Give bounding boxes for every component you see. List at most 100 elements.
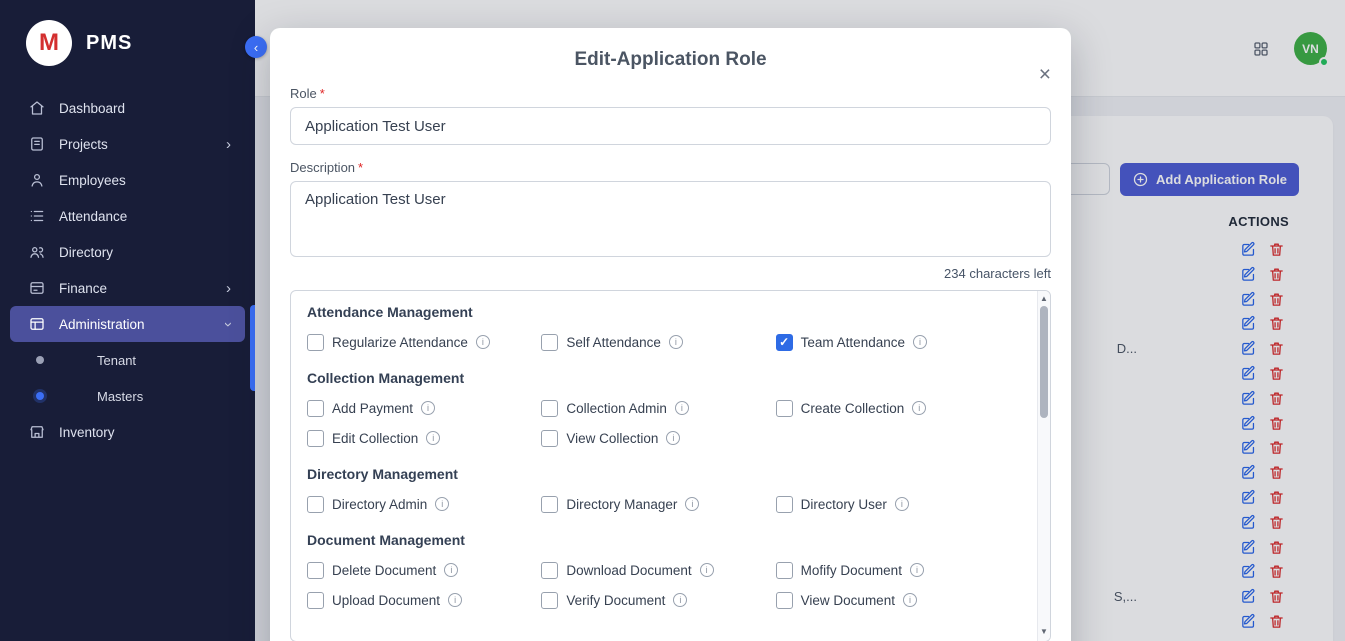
sidebar-item-attendance[interactable]: Attendance	[10, 198, 245, 234]
close-icon[interactable]: ×	[1039, 64, 1051, 85]
required-asterisk: *	[320, 86, 325, 101]
permission-label: View Document	[801, 593, 895, 608]
sidebar-item-label: Masters	[97, 389, 231, 404]
permission-option[interactable]: View Document i	[776, 590, 1010, 610]
sidebar-item-masters[interactable]: Masters	[10, 378, 245, 414]
sidebar-item-directory[interactable]: Directory	[10, 234, 245, 270]
sidebar-item-tenant[interactable]: Tenant	[10, 342, 245, 378]
sidebar-item-dashboard[interactable]: Dashboard	[10, 90, 245, 126]
scroll-down-icon[interactable]: ▼	[1038, 627, 1050, 636]
info-icon: i	[435, 497, 449, 511]
permission-label: Upload Document	[332, 593, 440, 608]
permissions-scrollbar[interactable]: ▲ ▼	[1037, 291, 1050, 641]
role-input[interactable]	[290, 107, 1051, 145]
checkbox-unchecked-icon[interactable]	[307, 334, 324, 351]
checkbox-unchecked-icon[interactable]	[776, 562, 793, 579]
inventory-icon	[28, 423, 46, 441]
info-icon: i	[685, 497, 699, 511]
sidebar-item-finance[interactable]: Finance›	[10, 270, 245, 306]
role-field-label: Role*	[290, 86, 1051, 101]
characters-left-counter: 234 characters left	[290, 266, 1051, 282]
checkbox-unchecked-icon[interactable]	[541, 400, 558, 417]
permission-label: Directory Admin	[332, 497, 427, 512]
scrollbar-thumb[interactable]	[1040, 306, 1048, 418]
permission-label: Verify Document	[566, 593, 665, 608]
permission-label: Delete Document	[332, 563, 436, 578]
sidebar-item-inventory[interactable]: Inventory	[10, 414, 245, 450]
permission-option[interactable]: Download Documenti	[541, 560, 775, 580]
sidebar-item-administration[interactable]: Administration›	[10, 306, 245, 342]
chevron-right-icon: ›	[226, 281, 231, 296]
permission-group: Attendance ManagementRegularize Attendan…	[307, 304, 1010, 352]
permission-option[interactable]: Create Collectioni	[776, 398, 1010, 418]
sidebar-collapse-button[interactable]: ‹	[245, 36, 267, 58]
permission-option[interactable]: Directory Admin i	[307, 494, 541, 514]
sidebar-item-employees[interactable]: Employees	[10, 162, 245, 198]
info-icon: i	[700, 563, 714, 577]
projects-icon	[28, 135, 46, 153]
info-icon: i	[903, 593, 917, 607]
permission-option[interactable]: Delete Documenti	[307, 560, 541, 580]
checkbox-unchecked-icon[interactable]	[541, 562, 558, 579]
permission-option[interactable]: Edit Collectioni	[307, 428, 541, 448]
checkbox-unchecked-icon[interactable]	[307, 562, 324, 579]
permission-option[interactable]: Regularize Attendancei	[307, 332, 541, 352]
sidebar-item-label: Directory	[59, 245, 231, 260]
permission-label: Regularize Attendance	[332, 335, 468, 350]
chevron-down-icon: ›	[221, 322, 236, 327]
checkbox-unchecked-icon[interactable]	[776, 496, 793, 513]
info-icon: i	[675, 401, 689, 415]
permission-option[interactable]: Add Paymenti	[307, 398, 541, 418]
bullet-icon	[36, 392, 44, 400]
permission-label: Collection Admin	[566, 401, 667, 416]
description-textarea[interactable]: Application Test User	[290, 181, 1051, 257]
sidebar-item-label: Employees	[59, 173, 231, 188]
permission-option[interactable]: View Collection i	[541, 428, 775, 448]
directory-icon	[28, 243, 46, 261]
info-icon: i	[910, 563, 924, 577]
checkbox-unchecked-icon[interactable]	[541, 334, 558, 351]
permission-option[interactable]: Directory Manager i	[541, 494, 775, 514]
permission-option[interactable]: Directory User i	[776, 494, 1010, 514]
checkbox-unchecked-icon[interactable]	[541, 496, 558, 513]
permission-option[interactable]: Collection Admin i	[541, 398, 775, 418]
checkbox-unchecked-icon[interactable]	[776, 592, 793, 609]
permission-label: Directory User	[801, 497, 887, 512]
checkbox-unchecked-icon[interactable]	[541, 592, 558, 609]
checkbox-unchecked-icon[interactable]	[307, 430, 324, 447]
permission-group-title: Directory Management	[307, 466, 1010, 484]
permission-option[interactable]: Upload Document i	[307, 590, 541, 610]
permission-label: Directory Manager	[566, 497, 677, 512]
sidebar-item-projects[interactable]: Projects›	[10, 126, 245, 162]
description-field-label: Description*	[290, 160, 1051, 175]
permission-group: Collection ManagementAdd PaymentiCollect…	[307, 370, 1010, 448]
info-icon: i	[426, 431, 440, 445]
scroll-up-icon[interactable]: ▲	[1038, 294, 1050, 303]
info-icon: i	[448, 593, 462, 607]
permission-option[interactable]: Mofify Documenti	[776, 560, 1010, 580]
checkbox-checked-icon[interactable]: ✓	[776, 334, 793, 351]
logo-icon: M	[26, 20, 72, 66]
info-icon: i	[673, 593, 687, 607]
permission-label: View Collection	[566, 431, 658, 446]
permission-label: Team Attendance	[801, 335, 905, 350]
app-logo: M PMS	[0, 0, 255, 84]
chevron-right-icon: ›	[226, 137, 231, 152]
checkbox-unchecked-icon[interactable]	[776, 400, 793, 417]
screen: M PMS Dashboard Projects› Employees Attenda…	[0, 0, 1345, 641]
info-icon: i	[895, 497, 909, 511]
checkbox-unchecked-icon[interactable]	[541, 430, 558, 447]
permission-option[interactable]: Self Attendancei	[541, 332, 775, 352]
checkbox-unchecked-icon[interactable]	[307, 400, 324, 417]
permission-option[interactable]: Verify Document i	[541, 590, 775, 610]
checkbox-unchecked-icon[interactable]	[307, 496, 324, 513]
sidebar-item-label: Tenant	[97, 353, 231, 368]
permission-group: Directory ManagementDirectory AdminiDire…	[307, 466, 1010, 514]
sidebar-item-label: Dashboard	[59, 101, 231, 116]
info-icon: i	[666, 431, 680, 445]
info-icon: i	[913, 335, 927, 349]
sidebar-item-label: Inventory	[59, 425, 231, 440]
permission-group: Document ManagementDelete DocumentiDownl…	[307, 532, 1010, 610]
checkbox-unchecked-icon[interactable]	[307, 592, 324, 609]
permission-option[interactable]: ✓ Team Attendance i	[776, 332, 1010, 352]
